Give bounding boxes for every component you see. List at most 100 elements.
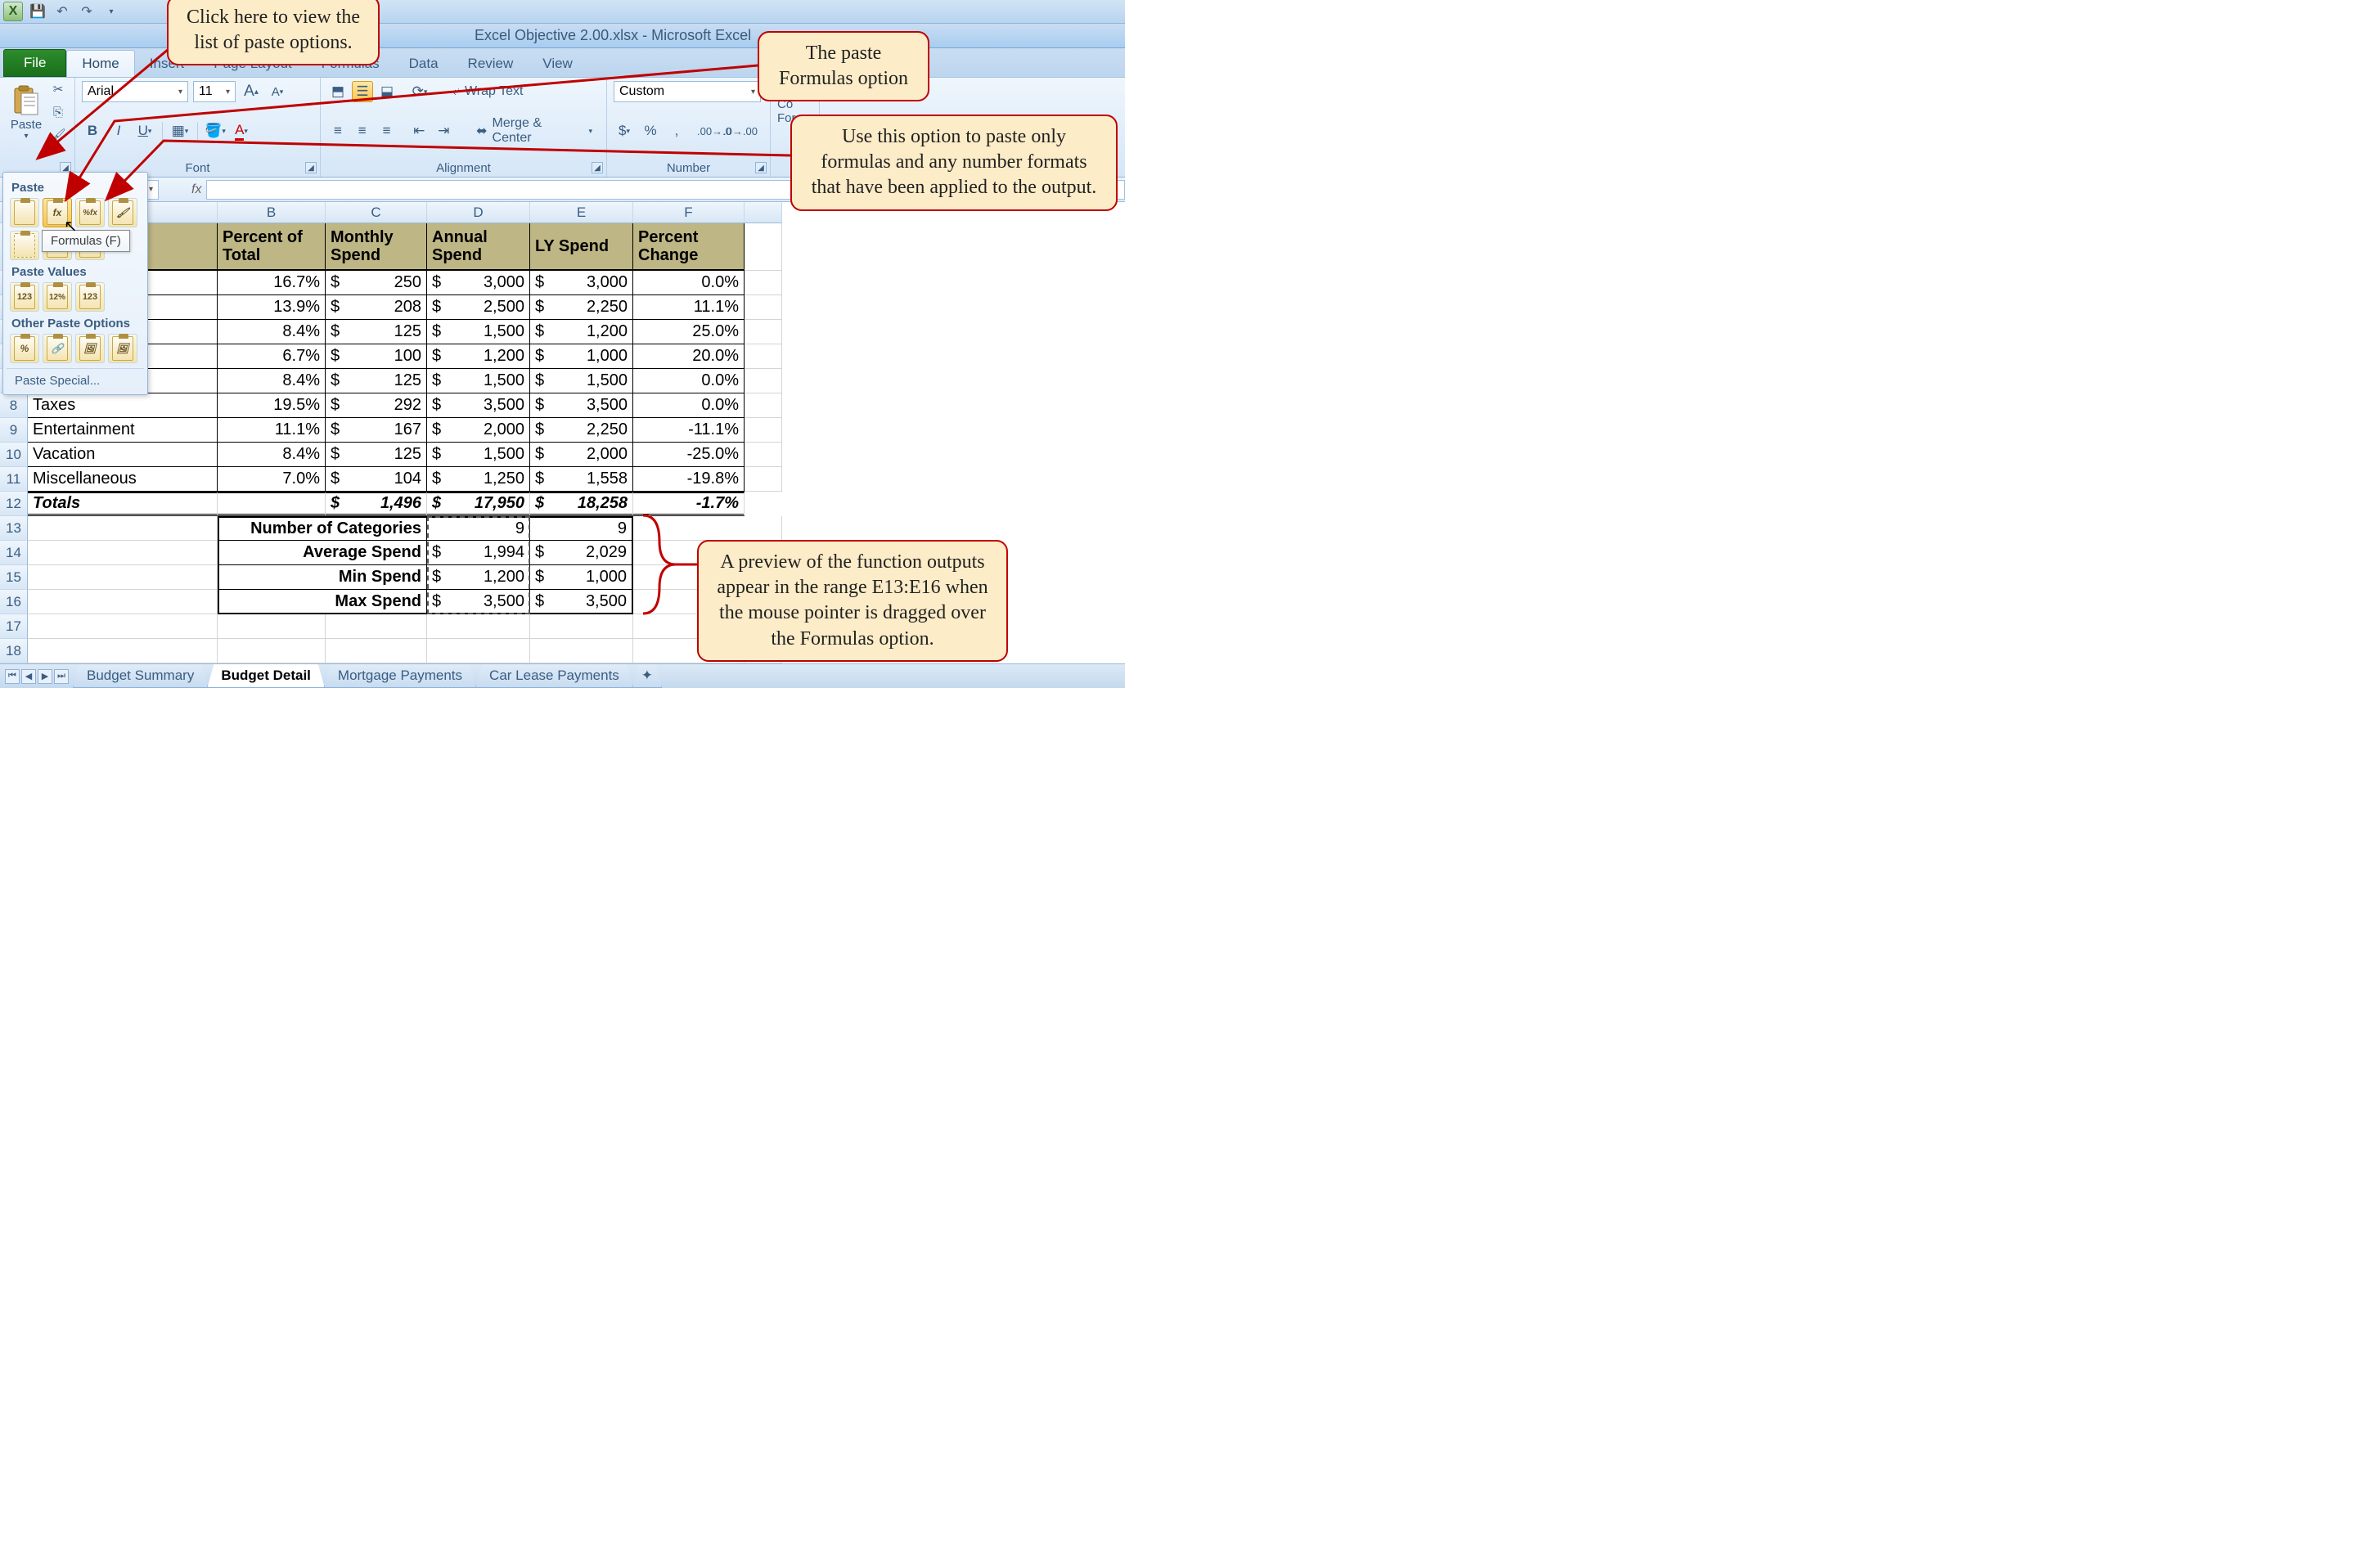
cell[interactable]: -11.1% xyxy=(633,418,745,443)
cell[interactable]: $1,500 xyxy=(530,369,633,393)
cell[interactable]: $125 xyxy=(326,369,427,393)
number-launcher-icon[interactable]: ◢ xyxy=(755,162,767,173)
cell[interactable]: $2,500 xyxy=(427,295,530,320)
increase-decimal-icon[interactable]: .00→.0 xyxy=(704,120,725,142)
sheet-tab[interactable]: Budget Summary xyxy=(73,664,208,688)
fx-icon[interactable]: fx xyxy=(191,182,201,197)
decrease-indent-icon[interactable]: ⇤ xyxy=(408,120,430,142)
font-name-combo[interactable]: Arial ▾ xyxy=(82,81,188,102)
underline-button[interactable]: U▾ xyxy=(134,120,155,142)
row-header[interactable]: 14 xyxy=(0,541,28,565)
cell[interactable]: 8.4% xyxy=(218,320,326,344)
row-header[interactable]: 17 xyxy=(0,614,28,639)
col-header-b[interactable]: B xyxy=(218,202,326,223)
summary-label[interactable]: Max Spend xyxy=(218,590,427,614)
align-top-icon[interactable]: ⬒ xyxy=(327,81,349,102)
paste-formulas-icon[interactable]: fx Formulas (F) xyxy=(43,198,72,227)
summary-label[interactable]: Number of Categories xyxy=(218,516,427,541)
cell[interactable]: -25.0% xyxy=(633,443,745,467)
cell[interactable]: $1,200 xyxy=(530,320,633,344)
cell[interactable]: 9 xyxy=(530,516,633,541)
col-header-e[interactable]: E xyxy=(530,202,633,223)
header-cell[interactable]: Monthly Spend xyxy=(326,223,427,271)
row-header[interactable]: 9 xyxy=(0,418,28,443)
col-header-d[interactable]: D xyxy=(427,202,530,223)
paste-values-number-format-icon[interactable]: 12% xyxy=(43,282,72,312)
font-launcher-icon[interactable]: ◢ xyxy=(305,162,317,173)
italic-button[interactable]: I xyxy=(108,120,129,142)
cell[interactable]: Miscellaneous xyxy=(28,467,218,492)
cell[interactable]: $3,000 xyxy=(530,271,633,295)
cell[interactable]: $3,500 xyxy=(427,393,530,418)
format-painter-icon[interactable]: 🖌 xyxy=(49,127,67,143)
tab-view[interactable]: View xyxy=(528,51,587,77)
cell[interactable]: $1,500 xyxy=(427,320,530,344)
number-format-combo[interactable]: Custom ▾ xyxy=(614,81,761,102)
borders-icon[interactable]: ▦▾ xyxy=(169,120,191,142)
col-header-f[interactable]: F xyxy=(633,202,745,223)
decrease-decimal-icon[interactable]: .0→.00 xyxy=(730,120,751,142)
summary-label[interactable]: Average Spend xyxy=(218,541,427,565)
file-tab[interactable]: File xyxy=(3,49,66,77)
excel-logo-icon[interactable]: X xyxy=(3,2,23,21)
tab-review[interactable]: Review xyxy=(453,51,529,77)
row-header[interactable]: 10 xyxy=(0,443,28,467)
cell[interactable]: -19.8% xyxy=(633,467,745,492)
sheet-first-icon[interactable]: ⏮ xyxy=(5,669,20,684)
cell[interactable]: $1,994 xyxy=(427,541,530,565)
cell[interactable]: 11.1% xyxy=(633,295,745,320)
col-header-c[interactable]: C xyxy=(326,202,427,223)
paste-link-icon[interactable]: 🔗 xyxy=(43,334,72,363)
comma-format-icon[interactable]: , xyxy=(666,120,687,142)
paste-keep-source-format-icon[interactable]: 🖌 xyxy=(108,198,137,227)
row-header[interactable]: 12 xyxy=(0,492,28,516)
orientation-icon[interactable]: ⟳▾ xyxy=(409,81,430,102)
cell[interactable]: $3,500 xyxy=(530,590,633,614)
cell[interactable]: $2,250 xyxy=(530,418,633,443)
sheet-next-icon[interactable]: ▶ xyxy=(38,669,52,684)
row-header[interactable]: 18 xyxy=(0,639,28,663)
cell[interactable]: 6.7% xyxy=(218,344,326,369)
sheet-last-icon[interactable]: ⏭ xyxy=(54,669,69,684)
sheet-tab[interactable]: Car Lease Payments xyxy=(475,664,633,688)
cell[interactable]: $1,500 xyxy=(427,443,530,467)
cut-icon[interactable]: ✂ xyxy=(49,81,67,97)
cell[interactable]: 7.0% xyxy=(218,467,326,492)
align-bottom-icon[interactable]: ⬓ xyxy=(376,81,398,102)
totals-label[interactable]: Totals xyxy=(28,492,218,516)
increase-indent-icon[interactable]: ⇥ xyxy=(433,120,454,142)
redo-icon[interactable]: ↷ xyxy=(77,2,97,21)
cell[interactable]: $2,000 xyxy=(427,418,530,443)
header-cell[interactable]: Annual Spend xyxy=(427,223,530,271)
sheet-tab-active[interactable]: Budget Detail xyxy=(207,664,325,688)
accounting-format-icon[interactable]: $▾ xyxy=(614,120,635,142)
cell[interactable]: 0.0% xyxy=(633,271,745,295)
cell[interactable]: 9 xyxy=(427,516,530,541)
cell[interactable]: $1,000 xyxy=(530,565,633,590)
sheet-tab[interactable]: Mortgage Payments xyxy=(324,664,476,688)
bold-button[interactable]: B xyxy=(82,120,103,142)
cell[interactable]: $292 xyxy=(326,393,427,418)
align-middle-icon[interactable]: ☰ xyxy=(352,81,373,102)
percent-format-icon[interactable]: % xyxy=(640,120,661,142)
cell[interactable]: $3,500 xyxy=(530,393,633,418)
cell[interactable]: 13.9% xyxy=(218,295,326,320)
cell[interactable]: $1,200 xyxy=(427,565,530,590)
row-header[interactable]: 15 xyxy=(0,565,28,590)
cell[interactable]: $125 xyxy=(326,443,427,467)
cell[interactable]: $1,200 xyxy=(427,344,530,369)
paste-all-icon[interactable] xyxy=(10,198,39,227)
paste-values-source-format-icon[interactable]: 123 xyxy=(75,282,105,312)
row-header[interactable]: 16 xyxy=(0,590,28,614)
copy-icon[interactable]: ⎘ xyxy=(49,104,67,120)
cell[interactable]: $125 xyxy=(326,320,427,344)
paste-dropdown-arrow-icon[interactable]: ▾ xyxy=(24,132,28,141)
cell[interactable]: 8.4% xyxy=(218,369,326,393)
col-header-g[interactable] xyxy=(745,202,782,223)
cell[interactable]: $104 xyxy=(326,467,427,492)
save-icon[interactable]: 💾 xyxy=(28,2,47,21)
row-header[interactable]: 8 xyxy=(0,393,28,418)
tab-home[interactable]: Home xyxy=(66,50,134,77)
cell[interactable]: Entertainment xyxy=(28,418,218,443)
cell[interactable]: $208 xyxy=(326,295,427,320)
